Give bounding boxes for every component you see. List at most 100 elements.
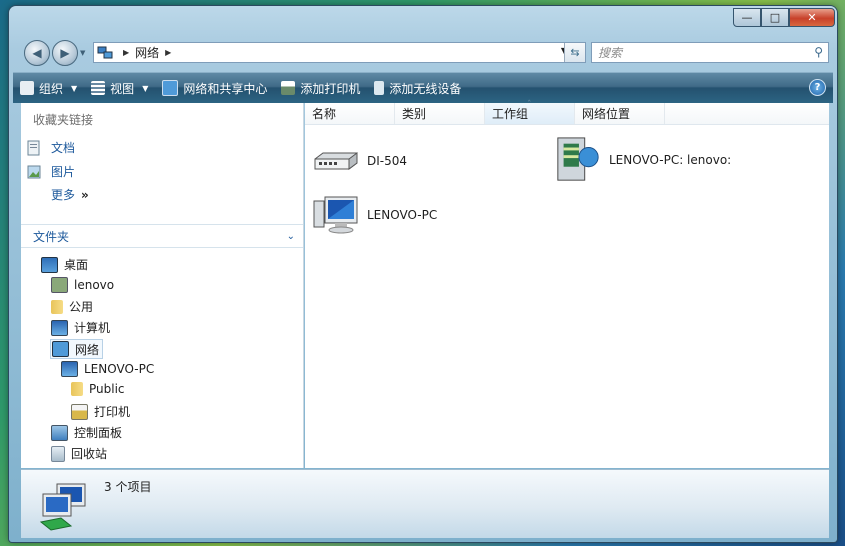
network-item-lenovo-pc[interactable]: LENOVO-PC xyxy=(313,195,437,235)
search-placeholder: 搜索 xyxy=(598,46,623,60)
network-icon xyxy=(97,46,113,58)
computer-icon xyxy=(313,196,358,234)
help-icon[interactable]: ? xyxy=(809,79,826,96)
details-pane: 3 个项目 xyxy=(21,469,829,538)
organize-button[interactable]: 组织 ▼ xyxy=(13,73,84,103)
column-header-network-location[interactable]: 网络位置 xyxy=(575,103,665,124)
tree-item-label: 打印机 xyxy=(94,405,131,419)
network-item-label: LENOVO-PC xyxy=(367,208,438,222)
organize-label: 组织 xyxy=(39,81,64,96)
views-button[interactable]: 视图 ▼ xyxy=(84,73,155,103)
column-header-label: 名称 xyxy=(312,107,337,121)
favorite-link-more[interactable]: 更多 » xyxy=(51,186,89,203)
recent-pages-chevron-icon[interactable]: ▼ xyxy=(80,49,85,57)
column-header-row: 名称 类别 工作组 ˆ 网络位置 xyxy=(305,100,829,125)
tree-item-lenovo[interactable]: lenovo xyxy=(51,277,114,293)
favorite-link-label: 文档 xyxy=(51,141,76,155)
tree-item-label: 网络 xyxy=(75,342,100,357)
double-chevron-right-icon: » xyxy=(81,187,89,202)
tree-item-label: 桌面 xyxy=(64,258,89,272)
computer-icon xyxy=(51,319,68,336)
minimize-button[interactable]: — xyxy=(733,8,761,27)
add-printer-button[interactable]: 添加打印机 xyxy=(274,73,367,103)
refresh-button[interactable]: ⇆ xyxy=(564,43,585,62)
back-button[interactable]: ◀ xyxy=(24,40,50,66)
tree-item-label: LENOVO-PC xyxy=(84,362,155,376)
tree-item-control-panel[interactable]: 控制面板 xyxy=(51,424,122,441)
column-header-workgroup[interactable]: 工作组 ˆ xyxy=(485,100,575,124)
shared-folder-icon xyxy=(71,382,83,396)
organize-icon xyxy=(20,81,34,95)
views-icon xyxy=(91,81,106,95)
network-item-label: LENOVO-PC: lenovo: xyxy=(609,153,732,167)
search-icon[interactable]: ⚲ xyxy=(814,45,823,59)
folders-header[interactable]: 文件夹 ⌄ xyxy=(21,224,303,248)
add-wireless-device-button[interactable]: 添加无线设备 xyxy=(367,73,468,103)
organize-dropdown-icon: ▼ xyxy=(71,83,78,93)
folder-icon xyxy=(51,299,63,314)
maximize-button[interactable]: □ xyxy=(761,8,789,27)
column-header-label: 工作组 xyxy=(492,107,529,121)
tree-item-public-share[interactable]: Public xyxy=(71,382,125,396)
network-icon xyxy=(52,341,69,357)
search-input[interactable]: 搜索 ⚲ xyxy=(591,42,829,63)
favorite-link-documents[interactable]: 文档 xyxy=(27,139,75,156)
tree-item-desktop[interactable]: 桌面 xyxy=(41,256,88,273)
computer-icon xyxy=(61,361,78,377)
network-computers-icon xyxy=(39,483,86,531)
breadcrumb-dropdown-icon[interactable]: ▶ xyxy=(165,48,171,57)
close-button[interactable]: ✕ xyxy=(789,8,835,27)
documents-icon xyxy=(27,140,40,155)
desktop-icon xyxy=(41,256,58,273)
command-bar: 组织 ▼ 视图 ▼ 网络和共享中心 添加打印机 添加无线设备 ? xyxy=(13,72,833,103)
tree-item-network[interactable]: 网络 xyxy=(50,339,104,359)
caption-buttons: — □ ✕ xyxy=(733,8,835,27)
tree-item-computer[interactable]: 计算机 xyxy=(51,319,110,336)
views-label: 视图 xyxy=(110,81,135,96)
tree-item-label: 公用 xyxy=(69,300,94,314)
printer-icon xyxy=(281,81,296,95)
column-header-label: 类别 xyxy=(402,107,427,121)
column-header-name[interactable]: 名称 xyxy=(305,103,395,124)
recycle-bin-icon xyxy=(51,445,65,462)
forward-button[interactable]: ▶ xyxy=(52,40,78,66)
views-dropdown-icon: ▼ xyxy=(142,83,149,93)
network-center-button[interactable]: 网络和共享中心 xyxy=(155,73,274,103)
wireless-device-icon xyxy=(374,81,385,95)
column-header-label: 网络位置 xyxy=(582,107,631,121)
tree-item-recycle-bin[interactable]: 回收站 xyxy=(51,445,107,462)
add-wireless-device-label: 添加无线设备 xyxy=(389,81,462,96)
favorite-links-header: 收藏夹链接 xyxy=(33,113,94,127)
item-count: 3 个项目 xyxy=(104,480,152,494)
breadcrumb-network[interactable]: 网络 xyxy=(135,44,159,61)
media-device-icon xyxy=(557,137,599,181)
pictures-icon xyxy=(27,165,41,178)
network-item-di-504[interactable]: DI-504 xyxy=(313,143,407,179)
network-item-lenovo-pc-media[interactable]: LENOVO-PC: lenovo: xyxy=(555,136,731,184)
tree-item-public[interactable]: 公用 xyxy=(51,298,93,315)
content-pane: 名称 类别 工作组 ˆ 网络位置 DI-504 LENOVO-PC: lenov… xyxy=(305,100,829,468)
breadcrumb-separator-icon: ▶ xyxy=(123,48,130,57)
tree-item-label: 回收站 xyxy=(71,447,108,461)
favorite-link-label: 图片 xyxy=(51,165,76,179)
tree-item-label: 计算机 xyxy=(74,321,111,335)
tree-item-lenovo-pc[interactable]: LENOVO-PC xyxy=(61,361,154,377)
control-panel-icon xyxy=(51,424,68,441)
tree-item-label: lenovo xyxy=(74,278,115,292)
explorer-window: — □ ✕ ◀ ▶ ▼ ▶ 网络 ▶ ▼ ⇆ 搜索 ⚲ 组织 ▼ 视图 ▼ xyxy=(9,6,837,542)
favorite-link-pictures[interactable]: 图片 xyxy=(27,163,75,180)
folders-header-label: 文件夹 xyxy=(33,229,70,244)
add-printer-label: 添加打印机 xyxy=(300,81,361,96)
chevron-down-icon[interactable]: ⌄ xyxy=(287,231,295,242)
column-header-category[interactable]: 类别 xyxy=(395,103,485,124)
address-bar[interactable]: ▶ 网络 ▶ ▼ ⇆ xyxy=(93,42,586,63)
sort-ascending-icon: ˆ xyxy=(527,100,532,110)
network-item-label: DI-504 xyxy=(367,154,408,168)
user-folder-icon xyxy=(51,277,68,293)
navigation-pane: 收藏夹链接 文档 图片 更多 » 文件夹 ⌄ 桌面 lenovo 公用 计算机 … xyxy=(21,103,304,468)
router-icon xyxy=(314,152,358,170)
tree-item-label: 控制面板 xyxy=(74,426,123,440)
tree-item-printers[interactable]: 打印机 xyxy=(71,403,130,420)
printer-icon xyxy=(71,403,88,420)
tree-item-label: Public xyxy=(89,382,125,396)
